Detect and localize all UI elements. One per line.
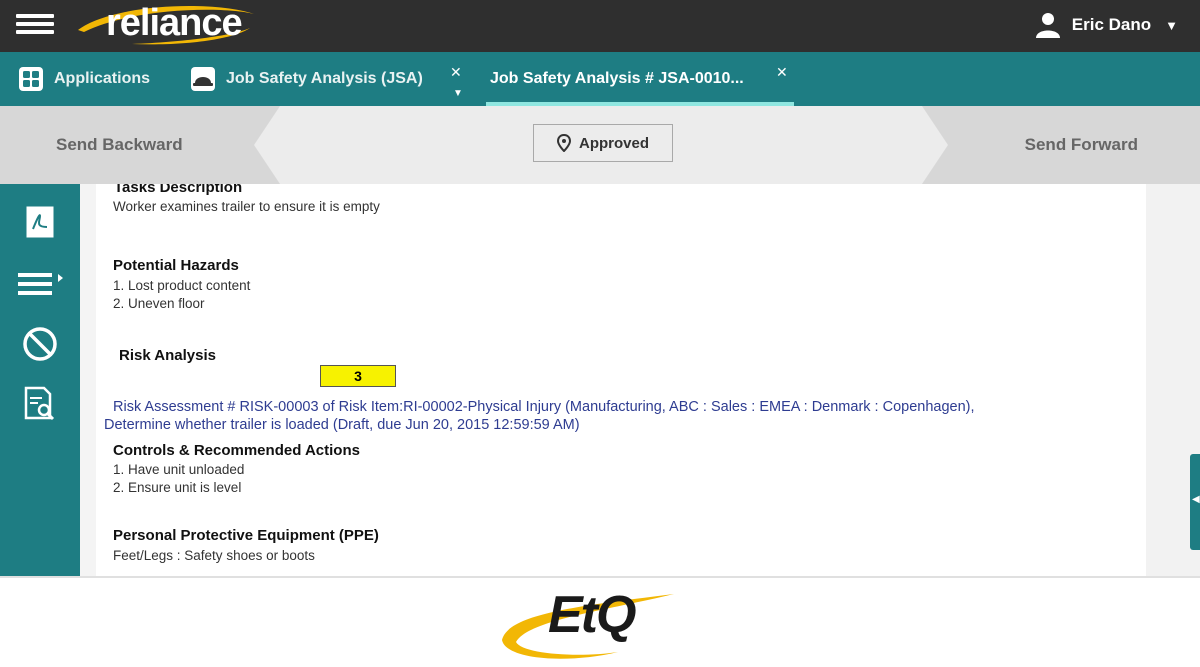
send-forward-label: Send Forward bbox=[1024, 135, 1138, 154]
etq-logo-text: EtQ bbox=[548, 586, 636, 644]
grid-icon bbox=[18, 66, 44, 92]
status-label: Approved bbox=[578, 134, 649, 152]
status-button[interactable]: Approved bbox=[533, 124, 673, 162]
risk-score-badge: 3 bbox=[320, 365, 396, 387]
location-pin-icon bbox=[556, 134, 571, 152]
tab-jsa[interactable]: Job Safety Analysis (JSA) bbox=[190, 52, 423, 106]
tab-label: Job Safety Analysis # JSA-0010... bbox=[490, 70, 744, 87]
hazard-item: 1. Lost product content bbox=[113, 278, 251, 293]
tab-applications[interactable]: Applications bbox=[18, 52, 150, 106]
tab-jsa-close-icon[interactable]: ✕ bbox=[450, 64, 462, 81]
risk-analysis-title: Risk Analysis bbox=[119, 347, 216, 364]
risk-assessment-link-detail[interactable]: Determine whether trailer is loaded (Dra… bbox=[104, 416, 580, 434]
tab-jsa-dropdown-icon[interactable]: ▼ bbox=[453, 88, 463, 99]
ppe-title: Personal Protective Equipment (PPE) bbox=[113, 527, 379, 544]
control-item: 1. Have unit unloaded bbox=[113, 462, 245, 477]
pdf-button[interactable] bbox=[0, 194, 80, 250]
tab-label: Applications bbox=[54, 70, 151, 87]
send-backward-label: Send Backward bbox=[56, 135, 183, 154]
tab-label: Job Safety Analysis (JSA) bbox=[226, 70, 423, 87]
cancel-icon bbox=[23, 327, 57, 361]
hard-hat-icon bbox=[190, 66, 216, 92]
reliance-logo[interactable]: reliance bbox=[72, 0, 262, 48]
tasks-description-title: Tasks Description bbox=[114, 184, 243, 196]
control-item: 2. Ensure unit is level bbox=[113, 480, 242, 495]
document-search-icon bbox=[24, 386, 55, 421]
send-forward-button[interactable]: Send Forward bbox=[920, 106, 1200, 184]
ppe-text: Feet/Legs : Safety shoes or boots bbox=[113, 548, 315, 563]
menu-list-button[interactable] bbox=[0, 256, 80, 312]
send-backward-button[interactable]: Send Backward bbox=[0, 106, 280, 184]
tab-bar: Applications Job Safety Analysis (JSA) ✕… bbox=[0, 52, 1200, 106]
chevron-down-icon: ▼ bbox=[1165, 17, 1178, 33]
user-menu[interactable]: Eric Dano ▼ bbox=[1034, 10, 1178, 40]
document-search-button[interactable] bbox=[0, 376, 80, 432]
workflow-bar: Send Backward Approved Send Forward bbox=[0, 106, 1200, 184]
tab-jsa-record[interactable]: Job Safety Analysis # JSA-0010... bbox=[490, 52, 744, 106]
user-name: Eric Dano bbox=[1071, 15, 1152, 34]
user-icon bbox=[1035, 13, 1060, 38]
side-panel-handle[interactable]: ◀ bbox=[1190, 454, 1200, 550]
pdf-icon bbox=[26, 206, 54, 238]
tab-jsa-record-close-icon[interactable]: ✕ bbox=[776, 64, 788, 81]
controls-title: Controls & Recommended Actions bbox=[113, 442, 360, 459]
jsa-record-content: Tasks Description Worker examines traile… bbox=[96, 184, 1146, 576]
top-bar: reliance Eric Dano ▼ bbox=[0, 0, 1200, 52]
chevron-left-icon: ◀ bbox=[1192, 494, 1200, 505]
potential-hazards-title: Potential Hazards bbox=[113, 257, 239, 274]
risk-assessment-link[interactable]: Risk Assessment # RISK-00003 of Risk Ite… bbox=[113, 398, 975, 416]
logo-text: reliance bbox=[106, 2, 243, 44]
main-menu-icon[interactable] bbox=[16, 10, 54, 40]
menu-list-icon bbox=[18, 273, 63, 295]
cancel-button[interactable] bbox=[0, 316, 80, 372]
tasks-description-text: Worker examines trailer to ensure it is … bbox=[113, 199, 380, 214]
hazard-item: 2. Uneven floor bbox=[113, 296, 205, 311]
sidebar bbox=[0, 184, 80, 576]
